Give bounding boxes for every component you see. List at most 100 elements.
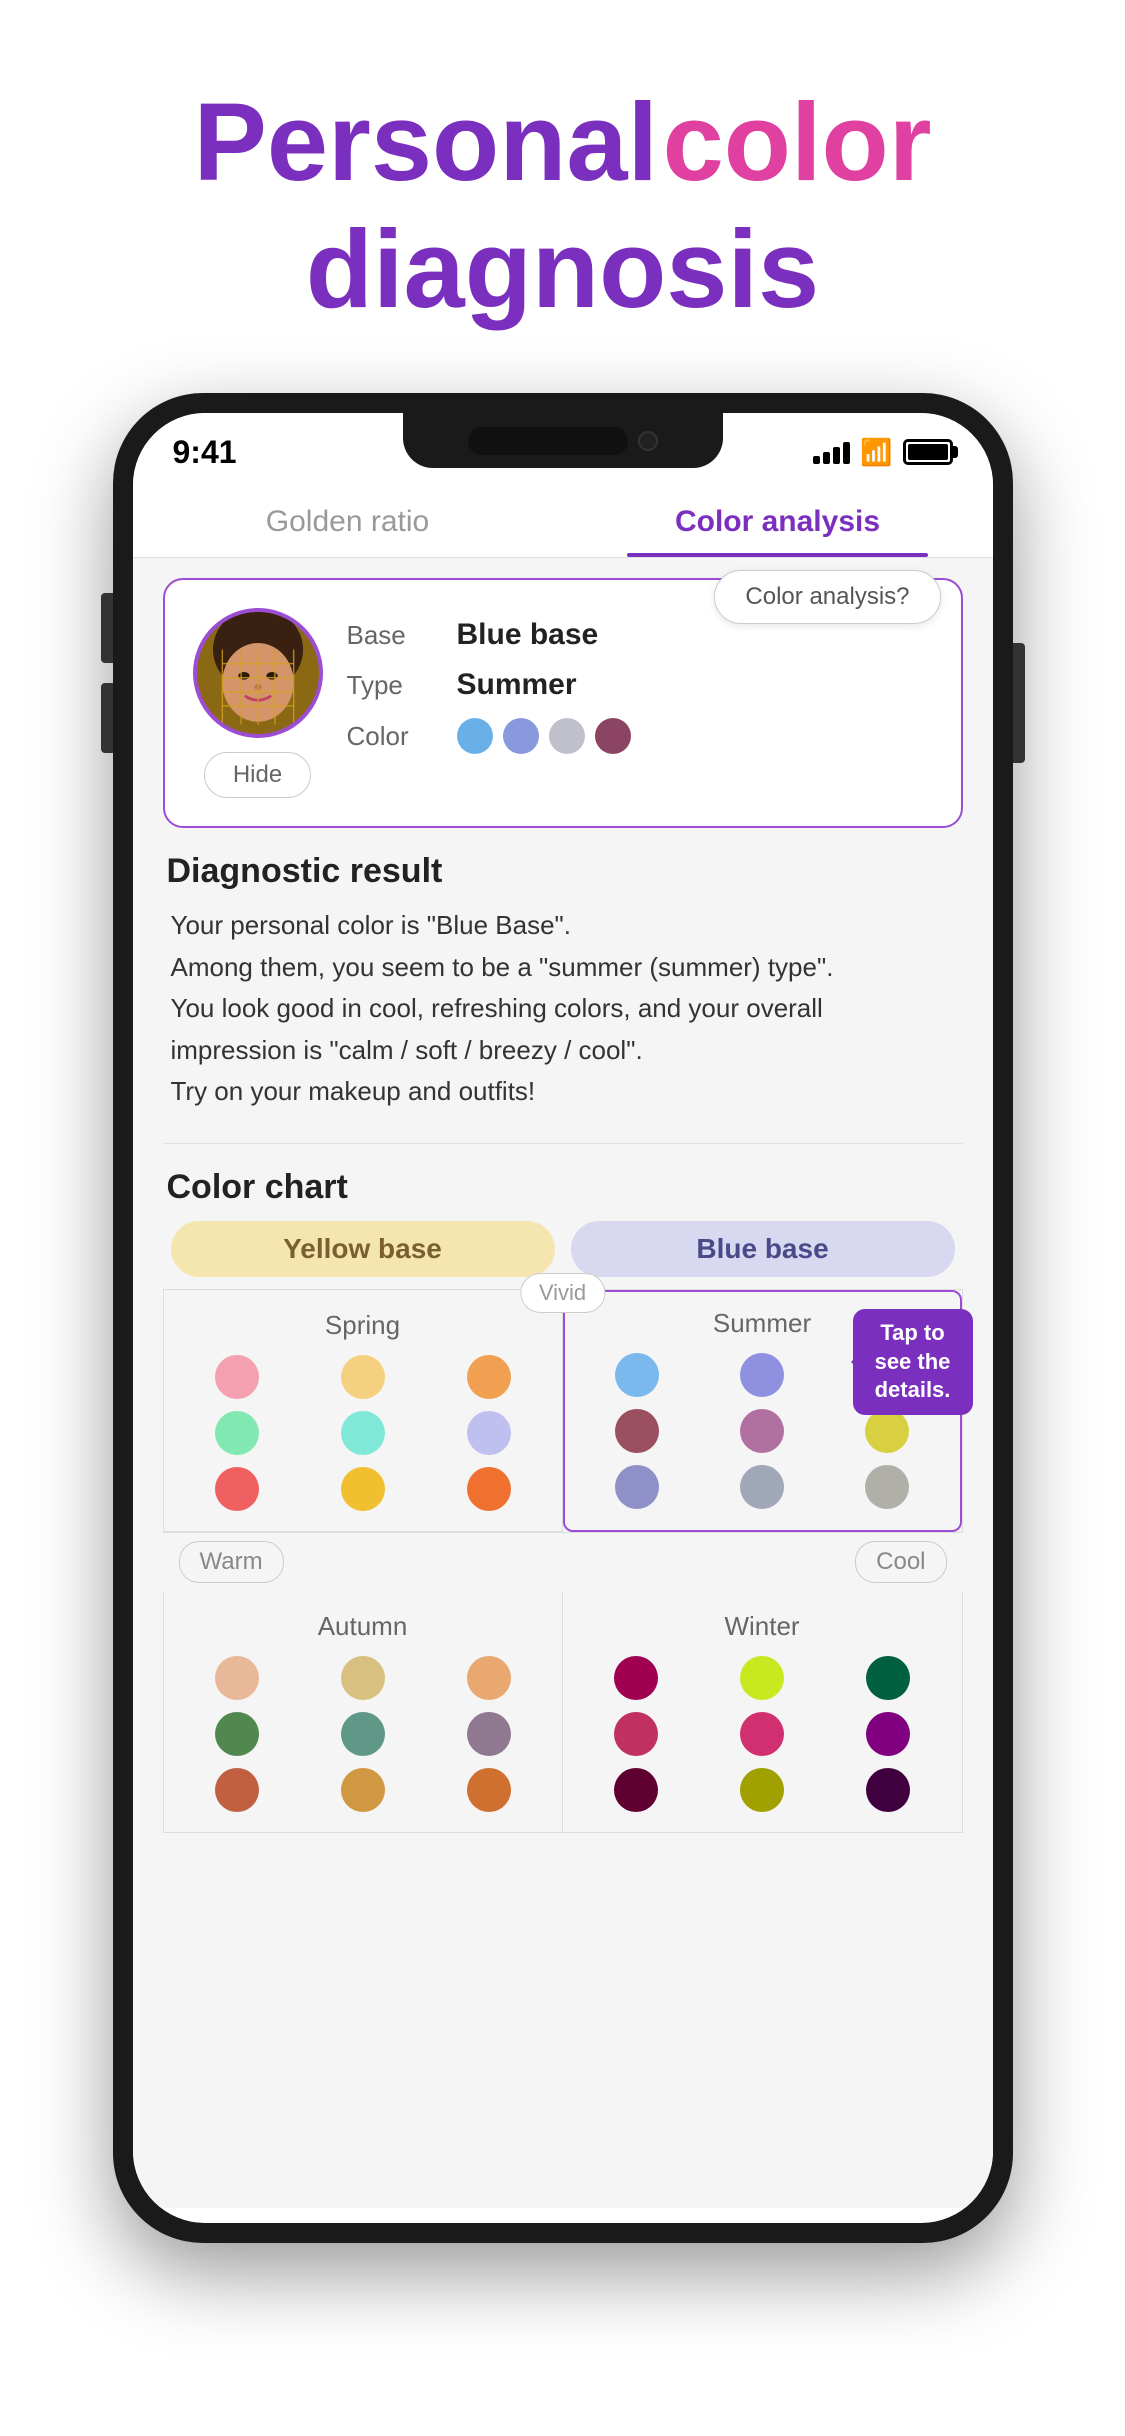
phone-screen: 9:41 📶 Golden ratio [133,413,993,2223]
autumn-title: Autumn [180,1611,546,1642]
profile-info: Base Blue base Type Summer Color [347,608,933,770]
autumn-dot-6 [467,1712,511,1756]
wifi-icon: 📶 [860,437,892,468]
color-dot-2 [503,718,539,754]
spring-dot-2 [341,1355,385,1399]
winter-quadrant: Winter [563,1591,962,1832]
cool-label: Cool [855,1541,946,1583]
content-area: Color analysis? [133,558,993,2208]
color-dot-4 [595,718,631,754]
summer-dot-4 [615,1409,659,1453]
color-dots [457,718,631,754]
signal-bar-1 [813,456,820,464]
summer-dot-1 [615,1353,659,1397]
winter-dot-3 [866,1656,910,1700]
spring-dot-7 [215,1467,259,1511]
tab-golden-ratio[interactable]: Golden ratio [133,483,563,557]
color-dot-3 [549,718,585,754]
winter-dot-5 [740,1712,784,1756]
color-dot-1 [457,718,493,754]
autumn-dot-3 [467,1656,511,1700]
winter-dot-6 [866,1712,910,1756]
blue-base-label: Blue base [571,1221,955,1277]
page-wrapper: Personal color diagnosis 9:41 [0,0,1125,2436]
phone-frame: 9:41 📶 Golden ratio [113,393,1013,2243]
spring-dot-9 [467,1467,511,1511]
color-analysis-help-button[interactable]: Color analysis? [714,570,940,624]
section-divider [163,1143,963,1144]
winter-dot-7 [614,1768,658,1812]
spring-dot-3 [467,1355,511,1399]
spring-quadrant: Spring [164,1290,563,1532]
color-chart-title: Color chart [163,1168,963,1207]
winter-dot-8 [740,1768,784,1812]
status-time: 9:41 [173,434,237,471]
signal-bar-2 [823,452,830,464]
spring-dot-1 [215,1355,259,1399]
summer-dot-8 [740,1465,784,1509]
color-chart: Color chart Yellow base Blue base Vivid … [163,1168,963,1833]
hide-button[interactable]: Hide [204,752,311,798]
hero-word-diagnosis: diagnosis [193,207,931,334]
axis-labels: Warm Cool [163,1533,963,1591]
tabs-row: Golden ratio Color analysis [133,483,993,558]
winter-title: Winter [579,1611,946,1642]
winter-dot-9 [866,1768,910,1812]
tap-tooltip: Tap to see the details. [853,1309,973,1415]
winter-dot-2 [740,1656,784,1700]
autumn-dot-8 [341,1768,385,1812]
autumn-dot-9 [467,1768,511,1812]
winter-dot-4 [614,1712,658,1756]
side-button-volume-up[interactable] [101,593,113,663]
base-label: Base [347,620,437,651]
summer-dot-2 [740,1353,784,1397]
color-label: Color [347,721,437,752]
side-button-volume-down[interactable] [101,683,113,753]
avatar-svg [197,608,319,738]
signal-bar-4 [843,442,850,464]
vivid-label: Vivid [520,1273,605,1313]
info-row-type: Type Summer [347,668,933,702]
spring-dot-8 [341,1467,385,1511]
signal-bar-3 [833,447,840,464]
hero-word-color: color [663,81,932,204]
autumn-dot-7 [215,1768,259,1812]
phone-notch [403,413,723,468]
status-icons: 📶 [813,437,952,468]
info-row-color: Color [347,718,933,754]
spring-dot-6 [467,1411,511,1455]
autumn-dots [180,1656,546,1812]
avatar [193,608,323,738]
spring-dot-5 [341,1411,385,1455]
hero-title: Personal color diagnosis [133,0,991,393]
battery-icon [903,439,953,465]
tab-color-analysis[interactable]: Color analysis [563,483,993,557]
spring-title: Spring [180,1310,546,1341]
side-button-power[interactable] [1013,643,1025,763]
base-value: Blue base [457,618,599,652]
autumn-dot-1 [215,1656,259,1700]
chart-outer: Vivid Tap to see the details. Spring [163,1289,963,1833]
autumn-dot-4 [215,1712,259,1756]
summer-dot-5 [740,1409,784,1453]
diagnostic-title: Diagnostic result [163,852,963,891]
avatar-container: Hide [193,608,323,798]
winter-dots [579,1656,946,1812]
autumn-dot-5 [341,1712,385,1756]
autumn-dot-2 [341,1656,385,1700]
yellow-base-label: Yellow base [171,1221,555,1277]
type-value: Summer [457,668,577,702]
profile-card: Color analysis? [163,578,963,828]
type-label: Type [347,670,437,701]
hero-word-personal: Personal [193,81,658,204]
spring-dots [180,1355,546,1511]
warm-label: Warm [179,1541,284,1583]
autumn-quadrant: Autumn [164,1591,563,1832]
notch-pill [468,427,628,455]
spring-dot-4 [215,1411,259,1455]
summer-dot-9 [865,1465,909,1509]
signal-bars-icon [813,440,850,464]
camera-dot [638,431,658,451]
diagnostic-text: Your personal color is "Blue Base". Amon… [163,905,963,1113]
summer-dot-7 [615,1465,659,1509]
